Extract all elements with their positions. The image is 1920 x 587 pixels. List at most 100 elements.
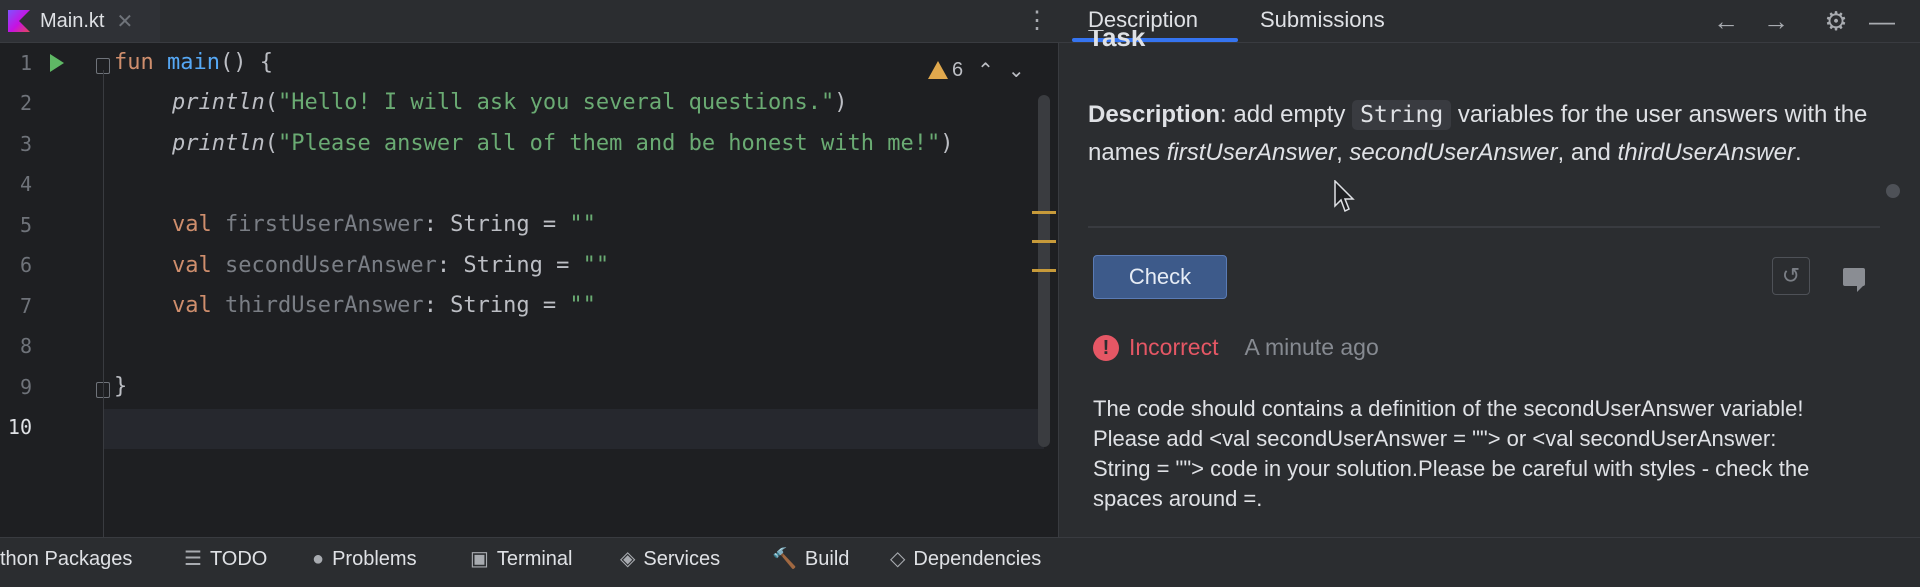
tool-build[interactable]: 🔨 Build [772,537,849,581]
string-literal: "Please answer all of them and be honest… [277,131,941,156]
line-number: 10 [7,415,32,439]
tool-problems[interactable]: ● Problems [312,537,417,581]
tool-todo[interactable]: ☰ TODO [184,537,267,581]
keyword: fun [114,50,154,75]
chevron-up-icon[interactable]: ⌃ [977,58,994,83]
status-time: A minute ago [1244,334,1379,360]
inspection-widget[interactable]: 6 ⌃ ⌄ [928,55,1025,85]
problems-icon: ● [312,548,325,570]
code-line-9[interactable]: } [114,374,127,399]
line-gutter: 1 2 3 4 5 6 7 8 9 10 [0,42,104,537]
code-text: ) [834,90,848,115]
line-number: 7 [19,294,32,318]
warning-icon [928,61,948,79]
line-number: 9 [19,375,32,399]
function-call: println [172,131,265,156]
task-heading-text: Task [1088,30,1146,52]
identifier: firstUserAnswer [225,212,424,237]
code-text: ( [264,90,278,115]
close-icon[interactable]: ✕ [116,9,133,34]
string-literal: "" [569,212,596,237]
code-line-3[interactable]: println("Please answer all of them and b… [172,131,953,156]
task-heading: Task [1088,30,1188,58]
list-icon: ☰ [184,548,202,570]
tab-main-kt[interactable]: Main.kt ✕ [0,0,160,42]
line-number: 6 [19,253,32,277]
string-literal: "" [569,293,596,318]
editor-tab-bar: Main.kt ✕ ⋮ [0,0,1058,43]
code-line-1[interactable]: fun main() { [114,50,273,75]
tool-services[interactable]: ◈ Services [620,537,720,581]
code-text: ) [940,131,954,156]
chevron-down-icon[interactable]: ⌄ [1008,58,1025,83]
description-label: Description [1088,101,1221,128]
code-line-5[interactable]: val firstUserAnswer: String = "" [172,212,596,237]
string-literal: "" [582,253,610,278]
description-text: , [1336,139,1350,166]
minimize-icon[interactable]: — [1866,6,1898,36]
more-options-icon[interactable]: ⋮ [1025,6,1049,36]
line-number: 8 [19,334,32,358]
tool-python-packages[interactable]: thon Packages [0,537,132,581]
keyword: val [172,212,212,237]
code-line-2[interactable]: println("Hello! I will ask you several q… [172,90,848,115]
identifier: thirdUserAnswer [225,293,424,318]
code-text: () { [219,50,273,75]
warning-count: 6 [952,58,964,81]
line-number: 3 [19,132,32,156]
submission-status: ! Incorrect A minute ago [1093,334,1379,361]
warning-stripe-marker[interactable] [1032,269,1056,272]
tool-label: TODO [209,548,268,570]
check-button[interactable]: Check [1093,255,1227,299]
panel-scroll-indicator[interactable] [1886,184,1900,198]
error-icon: ! [1093,334,1119,361]
arrow-right-icon[interactable]: → [1760,6,1792,36]
layers-icon: ◇ [890,548,906,570]
description-text: . [1794,139,1802,166]
line-number: 4 [19,172,32,196]
code-text: : String = [423,212,570,237]
feedback-message: The code should contains a definition of… [1093,396,1810,511]
divider [1088,226,1880,228]
mouse-cursor-icon [1334,180,1355,213]
tool-label: thon Packages [0,548,133,570]
arrow-left-icon[interactable]: ← [1710,6,1742,36]
code-text: : String = [423,293,570,318]
tab-label: Main.kt [40,9,105,32]
variable-name: firstUserAnswer [1166,139,1337,166]
gear-icon[interactable]: ⚙ [1820,6,1852,36]
status-text: Incorrect [1129,334,1219,360]
function-call: println [172,90,265,115]
warning-stripe-marker[interactable] [1032,240,1056,243]
terminal-icon: ▣ [470,548,489,570]
function-name: main [167,50,220,75]
tool-label: Services [643,548,721,570]
tool-label: Dependencies [913,548,1042,570]
identifier: secondUserAnswer [225,253,437,278]
code-text: ( [264,131,278,156]
string-literal: "Hello! I will ask you several questions… [277,90,835,115]
description-text: , and [1557,139,1618,166]
tool-label: Build [804,548,850,570]
code-line-6[interactable]: val secondUserAnswer: String = "" [172,253,609,278]
description-text: : add empty [1220,101,1353,128]
variable-name: thirdUserAnswer [1617,139,1795,166]
tab-submissions[interactable]: Submissions [1260,0,1385,42]
gutter-divider [103,70,104,537]
keyword: val [172,253,212,278]
code-text: : String = [436,253,583,278]
task-description: Description: add empty String variables … [1088,96,1888,171]
tool-terminal[interactable]: ▣ Terminal [470,537,572,581]
tool-label: Problems [332,548,417,570]
code-line-7[interactable]: val thirdUserAnswer: String = "" [172,293,596,318]
reset-icon[interactable]: ↺ [1772,257,1810,295]
line-number: 1 [19,51,32,75]
line-number: 5 [19,213,32,237]
warning-stripe-marker[interactable] [1032,211,1056,214]
comment-icon[interactable] [1843,268,1865,292]
tool-dependencies[interactable]: ◇ Dependencies [890,537,1041,581]
variable-name: secondUserAnswer [1349,139,1558,166]
run-icon[interactable] [50,54,64,72]
services-icon: ◈ [620,548,636,570]
hammer-icon: 🔨 [772,548,797,570]
